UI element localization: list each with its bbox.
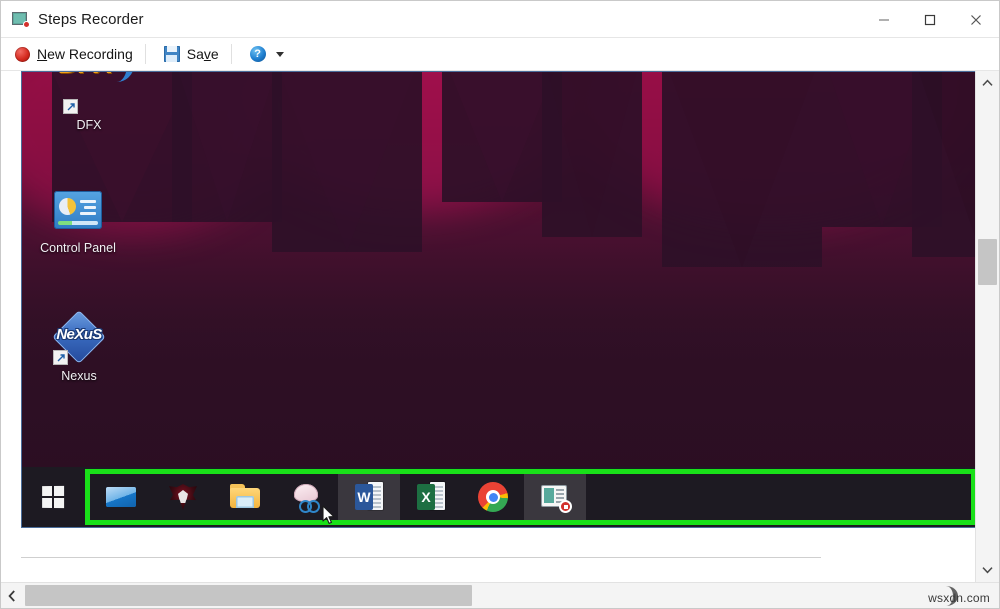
shortcut-arrow-icon	[63, 99, 78, 114]
toolbar-separator	[144, 44, 146, 64]
scroll-up-button[interactable]	[976, 71, 999, 95]
desktop-icon-label: Nexus	[61, 369, 97, 383]
watermark: wsxdn.com	[928, 591, 990, 605]
save-button[interactable]: Save	[156, 41, 227, 68]
nexus-icon: NeXuS	[52, 310, 106, 365]
desktop-icon-dfx[interactable]: DFX DFX	[37, 72, 141, 132]
start-button[interactable]	[22, 467, 84, 527]
steps-recorder-icon	[12, 12, 30, 28]
excel-icon: X	[415, 481, 447, 513]
desktop-icon-label: Control Panel	[40, 241, 116, 255]
horizontal-scrollbar[interactable]: wsxdn.com	[1, 582, 999, 608]
save-floppy-icon	[163, 46, 180, 62]
taskbar-icons: W X	[90, 474, 586, 520]
minimize-button[interactable]	[861, 1, 907, 38]
snipping-tool-icon	[291, 481, 323, 513]
taskbar-item-snipping-tool[interactable]	[276, 474, 338, 520]
save-label: Save	[186, 46, 219, 62]
steps-recorder-window: Steps Recorder New Recording Save ? DFX …	[0, 0, 1000, 609]
window-title: Steps Recorder	[38, 11, 144, 28]
dfx-icon: DFX	[59, 72, 134, 114]
scroll-down-button[interactable]	[976, 558, 999, 582]
chrome-icon	[477, 481, 509, 513]
file-explorer-icon	[229, 481, 261, 513]
word-icon: W	[353, 481, 385, 513]
document-divider	[21, 557, 821, 558]
scroll-left-button[interactable]	[1, 583, 23, 608]
title-bar-left: Steps Recorder	[12, 1, 144, 38]
close-button[interactable]	[953, 1, 999, 38]
new-recording-button[interactable]: New Recording	[7, 41, 141, 68]
mail-icon	[105, 481, 137, 513]
maximize-button[interactable]	[907, 1, 953, 38]
windows-logo-icon	[42, 485, 65, 509]
horizontal-scroll-thumb[interactable]	[25, 585, 472, 606]
taskbar-item-mail[interactable]	[90, 474, 152, 520]
taskbar-item-file-explorer[interactable]	[214, 474, 276, 520]
taskbar: W X	[22, 467, 976, 527]
desktop-icon-nexus[interactable]: NeXuS Nexus	[27, 310, 131, 383]
toolbar: New Recording Save ?	[1, 38, 999, 71]
help-circle-icon: ?	[249, 46, 266, 62]
desktop-icon-control-panel[interactable]: Control Panel	[26, 187, 130, 255]
wallpaper-texture	[22, 72, 976, 527]
vertical-scroll-track[interactable]	[976, 95, 999, 558]
predator-icon	[167, 481, 199, 513]
chevron-down-icon	[275, 51, 284, 57]
control-panel-icon	[54, 187, 102, 235]
record-dot-icon	[15, 46, 30, 62]
window-controls	[861, 1, 999, 38]
taskbar-item-predator[interactable]	[152, 474, 214, 520]
taskbar-item-steps-recorder[interactable]	[524, 474, 586, 520]
help-button[interactable]: ?	[242, 41, 292, 68]
vertical-scrollbar[interactable]	[975, 71, 999, 582]
taskbar-item-excel[interactable]: X	[400, 474, 462, 520]
desktop-icon-label: DFX	[76, 118, 102, 132]
captured-screenshot: DFX DFX C	[21, 71, 977, 528]
taskbar-item-chrome[interactable]	[462, 474, 524, 520]
taskbar-item-word[interactable]: W	[338, 474, 400, 520]
toolbar-separator-2	[230, 44, 232, 64]
recording-content-pane: DFX DFX C	[1, 71, 999, 582]
shortcut-arrow-icon	[53, 350, 68, 365]
steps-recorder-taskbar-icon	[539, 481, 572, 513]
title-bar: Steps Recorder	[1, 1, 999, 38]
new-recording-label: New Recording	[37, 46, 133, 62]
vertical-scroll-thumb[interactable]	[978, 239, 997, 285]
